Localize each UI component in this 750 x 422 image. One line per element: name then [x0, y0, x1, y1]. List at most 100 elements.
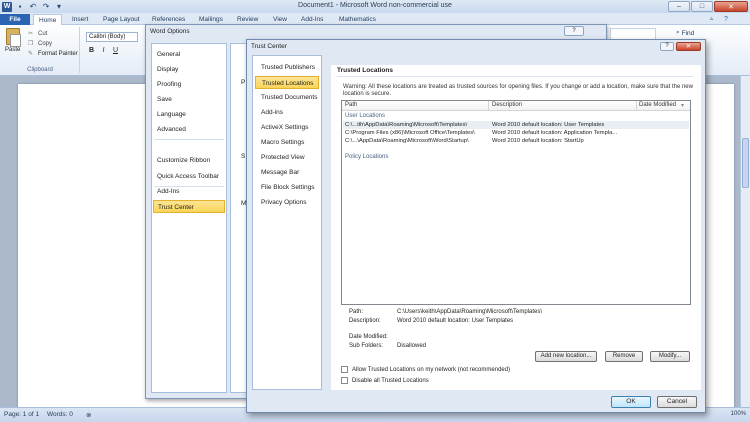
row-path: C:\...ith\AppData\Roaming\Microsoft\Temp…: [345, 122, 468, 128]
wo-nav-proofing[interactable]: Proofing: [153, 78, 225, 91]
wo-nav-customize-ribbon[interactable]: Customize Ribbon: [153, 154, 225, 167]
detail-date-label: Date Modified:: [349, 334, 388, 340]
window-title: Document1 - Microsoft Word non-commercia…: [298, 2, 452, 9]
tc-nav-file-block-settings[interactable]: File Block Settings: [255, 181, 319, 194]
tc-nav-add-ins[interactable]: Add-ins: [255, 106, 319, 119]
word-options-title: Word Options: [150, 28, 190, 35]
section-title: Trusted Locations: [337, 67, 693, 77]
clipboard-group: Paste ✂ Cut ❐ Copy ✎ Format Painter Clipboa…: [2, 27, 80, 73]
close-icon[interactable]: ✕: [714, 1, 748, 12]
wo-nav-trust-center[interactable]: Trust Center: [153, 200, 225, 213]
trust-center-title: Trust Center: [251, 43, 287, 50]
tc-nav-protected-view[interactable]: Protected View: [255, 151, 319, 164]
cut-label: Cut: [38, 30, 48, 37]
cut-button[interactable]: ✂ Cut: [28, 30, 48, 38]
underline-button[interactable]: U: [110, 45, 121, 56]
row-description: Word 2010 default location: Application …: [492, 130, 618, 136]
column-header-date-modified[interactable]: Date Modified: [639, 102, 676, 108]
tc-nav-privacy-options[interactable]: Privacy Options: [255, 196, 319, 209]
add-new-location-button[interactable]: Add new location...: [535, 351, 597, 362]
disable-all-label[interactable]: Disable all Trusted Locations: [352, 378, 429, 384]
format-buttons: B I U: [86, 45, 121, 56]
detail-description-value: Word 2010 default location: User Templat…: [397, 318, 514, 324]
wo-nav-language[interactable]: Language: [153, 108, 225, 121]
ribbon-minimize-icon[interactable]: ▵: [710, 14, 713, 25]
trusted-locations-list[interactable]: Path Description Date Modified ▾ User Lo…: [341, 100, 691, 305]
remove-button[interactable]: Remove: [605, 351, 643, 362]
tc-nav-message-bar[interactable]: Message Bar: [255, 166, 319, 179]
brush-icon: ✎: [28, 51, 34, 57]
trusted-locations-panel: Trusted Locations Warning: All these loc…: [331, 65, 701, 390]
find-button[interactable]: ⌕ Find: [676, 29, 694, 37]
detail-subfolders-label: Sub Folders:: [349, 343, 384, 349]
clipboard-group-label: Clipboard: [27, 67, 53, 73]
scrollbar-thumb[interactable]: [742, 138, 749, 188]
disable-all-option[interactable]: Disable all Trusted Locations: [341, 377, 429, 384]
allow-network-option[interactable]: Allow Trusted Locations on my network (n…: [341, 366, 510, 373]
list-header: Path Description Date Modified ▾: [342, 101, 690, 111]
word-options-help-button[interactable]: ?: [564, 26, 584, 36]
allow-network-checkbox[interactable]: [341, 366, 348, 373]
copy-icon: ❐: [28, 41, 34, 47]
column-header-path[interactable]: Path: [345, 102, 357, 108]
wo-nav-display[interactable]: Display: [153, 63, 225, 76]
ok-button[interactable]: OK: [611, 396, 651, 408]
table-row[interactable]: C:\Program Files (x86)\Microsoft Office\…: [343, 129, 689, 137]
proofing-icon[interactable]: ⊗: [86, 411, 91, 419]
tab-page-layout[interactable]: Page Layout: [103, 14, 140, 25]
trust-center-help-button[interactable]: ?: [660, 42, 674, 51]
bold-button[interactable]: B: [86, 45, 97, 56]
zoom-level[interactable]: 100%: [731, 411, 746, 417]
wo-nav-advanced[interactable]: Advanced: [153, 123, 225, 136]
word-count[interactable]: Words: 0: [47, 411, 73, 418]
user-locations-group: User Locations: [345, 113, 386, 119]
row-description: Word 2010 default location: StartUp: [492, 138, 584, 144]
row-path: C:\Program Files (x86)\Microsoft Office\…: [345, 130, 475, 136]
column-divider[interactable]: [488, 101, 489, 111]
copy-button[interactable]: ❐ Copy: [28, 40, 52, 48]
column-header-description[interactable]: Description: [492, 102, 522, 108]
detail-path-label: Path:: [349, 309, 364, 315]
wo-nav-add-ins[interactable]: Add-Ins: [153, 185, 225, 198]
font-name-select[interactable]: Calibri (Body): [86, 32, 138, 42]
binoculars-icon: ⌕: [676, 29, 680, 36]
disable-all-checkbox[interactable]: [341, 377, 348, 384]
paste-button[interactable]: Paste: [5, 47, 20, 53]
minimize-icon[interactable]: –: [668, 1, 690, 12]
tab-file[interactable]: File: [0, 14, 30, 25]
table-row[interactable]: C:\...\AppData\Roaming\Microsoft\Word\St…: [343, 137, 689, 145]
maximize-icon[interactable]: □: [691, 1, 713, 12]
format-painter-button[interactable]: ✎ Format Painter: [28, 50, 78, 58]
scissors-icon: ✂: [28, 31, 34, 37]
allow-network-label[interactable]: Allow Trusted Locations on my network (n…: [352, 367, 510, 373]
wo-nav-save[interactable]: Save: [153, 93, 225, 106]
cancel-button[interactable]: Cancel: [657, 396, 697, 408]
page-count[interactable]: Page: 1 of 1: [4, 411, 39, 418]
detail-path-value: C:\Users\keith\AppData\Roaming\Microsoft…: [397, 309, 543, 315]
column-divider[interactable]: [636, 101, 637, 111]
tc-nav-activex-settings[interactable]: ActiveX Settings: [255, 121, 319, 134]
sort-arrow-icon: ▾: [681, 103, 685, 109]
trust-center-close-icon[interactable]: ✕: [676, 42, 701, 51]
trust-center-dialog: Trust Center ? ✕ Trusted Publishers Trus…: [246, 39, 706, 413]
row-description: Word 2010 default location: User Templat…: [492, 122, 605, 128]
wo-nav-divider: [154, 139, 224, 140]
window-controls: – □ ✕: [668, 1, 748, 12]
tc-nav-trusted-documents[interactable]: Trusted Documents: [255, 91, 319, 104]
wo-nav-quick-access-toolbar[interactable]: Quick Access Toolbar: [153, 170, 225, 183]
italic-button[interactable]: I: [98, 45, 109, 56]
table-row[interactable]: C:\...ith\AppData\Roaming\Microsoft\Temp…: [343, 121, 689, 129]
wo-content-fragment: S: [241, 153, 246, 160]
tc-nav-macro-settings[interactable]: Macro Settings: [255, 136, 319, 149]
paste-icon[interactable]: [6, 28, 21, 47]
modify-button[interactable]: Modify...: [650, 351, 690, 362]
tc-nav-trusted-publishers[interactable]: Trusted Publishers: [255, 61, 319, 74]
find-label: Find: [681, 29, 695, 37]
vertical-scrollbar[interactable]: [740, 76, 750, 407]
wo-nav-general[interactable]: General: [153, 48, 225, 61]
tab-home[interactable]: Home: [33, 14, 63, 25]
tc-nav-trusted-locations[interactable]: Trusted Locations: [255, 76, 319, 89]
help-icon[interactable]: ?: [724, 14, 728, 25]
tab-insert[interactable]: Insert: [72, 14, 88, 25]
policy-locations-group: Policy Locations: [345, 154, 389, 160]
